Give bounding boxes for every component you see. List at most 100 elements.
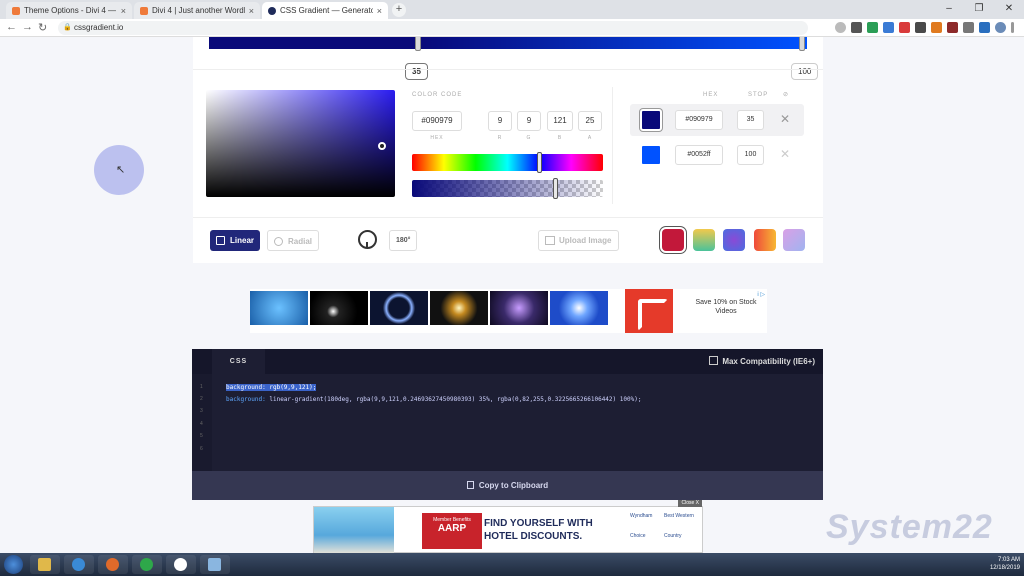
stop-color-swatch[interactable]: [640, 109, 662, 131]
start-button[interactable]: [4, 555, 23, 574]
extension-icon[interactable]: [883, 22, 894, 33]
taskbar-app[interactable]: [200, 555, 230, 574]
ad-thumbnail[interactable]: [490, 291, 548, 325]
taskbar-app[interactable]: [98, 555, 128, 574]
color-picker-square[interactable]: [206, 90, 395, 197]
system-tray-clock[interactable]: 7:03 AM 12/18/2019: [990, 556, 1020, 572]
stop-color-swatch[interactable]: [640, 144, 662, 166]
stop-hex-input[interactable]: #090979: [675, 110, 723, 130]
blue-input[interactable]: 121: [547, 111, 573, 131]
extension-icon[interactable]: [931, 22, 942, 33]
extension-icon[interactable]: [963, 22, 974, 33]
extension-icons: [835, 22, 1014, 33]
checkbox-icon[interactable]: [709, 356, 719, 365]
angle-input[interactable]: 180°: [389, 230, 418, 251]
code-line[interactable]: background: rgb(9,9,121);: [226, 384, 317, 391]
stock-video-ad[interactable]: Save 10% on Stock Videos i ▷: [250, 289, 767, 333]
cursor-highlight: ↖: [94, 145, 144, 195]
aarp-logo: Member Benefits AARP: [422, 513, 482, 549]
shutterstock-logo[interactable]: [625, 289, 673, 333]
preset-swatch[interactable]: [783, 229, 805, 251]
browser-tab[interactable]: Divi 4 | Just another WordPress s ×: [134, 2, 260, 19]
code-tabs: CSS Max Compatibility (IE6+): [192, 349, 823, 374]
upload-image-button[interactable]: Upload Image: [538, 230, 620, 251]
ad-thumbnail[interactable]: [310, 291, 368, 325]
ad-close-button[interactable]: Close X: [678, 500, 702, 507]
delete-stop-icon[interactable]: ✕: [780, 147, 790, 161]
address-bar: ← → ↻ 🔒 cssgradient.io: [0, 19, 1024, 37]
color-stop-row[interactable]: #0052ff 100 ✕: [630, 139, 804, 171]
color-stop-row[interactable]: #090979 35 ✕: [630, 104, 804, 136]
taskbar-app[interactable]: [166, 555, 196, 574]
ad-thumbnail[interactable]: [370, 291, 428, 325]
preset-swatch[interactable]: [662, 229, 684, 251]
radial-type-button[interactable]: Radial: [267, 230, 320, 251]
taskbar-app[interactable]: [132, 555, 162, 574]
ad-thumbnail[interactable]: [430, 291, 488, 325]
alpha-slider[interactable]: [412, 178, 603, 199]
extension-icon[interactable]: [899, 22, 910, 33]
preset-swatch[interactable]: [754, 229, 776, 251]
menu-icon[interactable]: [1011, 22, 1014, 33]
ad-choices-icon[interactable]: i ▷: [757, 291, 765, 298]
stop-position-input[interactable]: 100: [737, 145, 764, 165]
extension-icon[interactable]: [947, 22, 958, 33]
hue-slider-handle[interactable]: [537, 152, 542, 173]
extension-icon[interactable]: [915, 22, 926, 33]
delete-stop-icon[interactable]: ✕: [780, 112, 790, 126]
aarp-brand: AARP: [437, 523, 467, 534]
max-compatibility-toggle[interactable]: Max Compatibility (IE6+): [709, 356, 815, 366]
star-icon[interactable]: [835, 22, 846, 33]
extension-icon[interactable]: [979, 22, 990, 33]
copy-to-clipboard-button[interactable]: Copy to Clipboard: [192, 471, 823, 500]
ad-thumbnail[interactable]: [550, 291, 608, 325]
preset-swatch[interactable]: [723, 229, 745, 251]
taskbar-app[interactable]: [64, 555, 94, 574]
upload-image-label: Upload Image: [559, 236, 612, 245]
stop-hex-input[interactable]: #0052ff: [675, 145, 723, 165]
stop-handle[interactable]: [799, 37, 805, 51]
stop-position-input[interactable]: 35: [737, 110, 764, 130]
tab-css[interactable]: CSS: [212, 349, 265, 374]
code-line[interactable]: background: linear-gradient(180deg, rgba…: [226, 396, 641, 403]
url-text: cssgradient.io: [74, 23, 124, 32]
taskbar-app[interactable]: [30, 555, 60, 574]
linear-type-button[interactable]: Linear: [210, 230, 261, 251]
brand-logo: Country: [664, 533, 682, 539]
folder-icon: [38, 558, 51, 571]
tab-favicon: [140, 6, 148, 15]
picker-cursor[interactable]: [378, 142, 386, 150]
browser-tab[interactable]: Theme Options - Divi 4 — Word ×: [6, 2, 132, 19]
hotel-discount-ad[interactable]: Close X Member Benefits AARP FIND YOURSE…: [313, 500, 703, 553]
reload-icon[interactable]: ↻: [38, 21, 47, 34]
app-icon: [208, 558, 221, 571]
url-input[interactable]: 🔒 cssgradient.io: [58, 21, 808, 35]
close-icon[interactable]: ×: [249, 6, 254, 16]
close-window-button[interactable]: ✕: [994, 0, 1024, 19]
browser-icon: [72, 558, 85, 571]
green-input[interactable]: 9: [517, 111, 541, 131]
close-icon[interactable]: ×: [377, 6, 382, 16]
new-tab-button[interactable]: +: [392, 3, 406, 17]
angle-dial[interactable]: [358, 230, 377, 249]
minimize-button[interactable]: –: [934, 0, 964, 19]
stop-handle[interactable]: [415, 37, 421, 51]
extension-icon[interactable]: [851, 22, 862, 33]
preset-swatch[interactable]: [693, 229, 715, 251]
css-property: background:: [226, 396, 266, 403]
profile-avatar[interactable]: [995, 22, 1006, 33]
hex-input[interactable]: #090979: [412, 111, 462, 131]
forward-arrow-icon[interactable]: →: [22, 21, 33, 33]
back-arrow-icon[interactable]: ←: [6, 21, 17, 33]
maximize-button[interactable]: ❐: [964, 0, 994, 19]
browser-tab-active[interactable]: CSS Gradient — Generator, Mak ×: [262, 2, 388, 19]
red-input[interactable]: 9: [488, 111, 512, 131]
css-value: linear-gradient(180deg, rgba(9,9,121,0.2…: [265, 396, 642, 403]
alpha-slider-handle[interactable]: [553, 178, 558, 199]
hue-slider[interactable]: [412, 152, 603, 173]
alpha-input[interactable]: 25: [578, 111, 602, 131]
close-icon[interactable]: ×: [121, 6, 126, 16]
ad-thumbnail[interactable]: [250, 291, 308, 325]
extension-icon[interactable]: [867, 22, 878, 33]
gradient-preview-bar[interactable]: [209, 37, 807, 51]
